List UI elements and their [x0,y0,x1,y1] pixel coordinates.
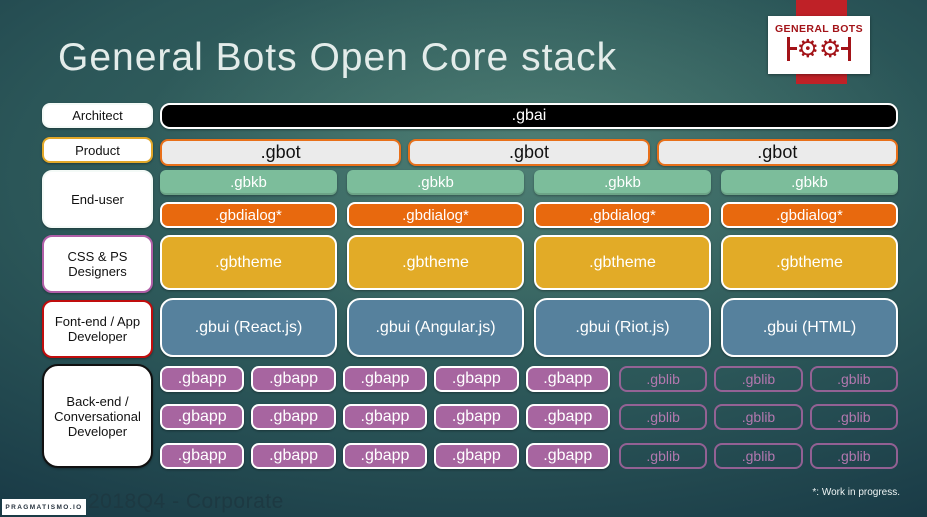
gbapp-box: .gbapp [525,443,610,469]
gblib-box: .gblib [809,404,899,430]
gbui-row: .gbui (React.js) .gbui (Angular.js) .gbu… [160,298,898,357]
gbapp-box: .gbapp [251,443,336,469]
gbkb-box: .gbkb [721,170,898,195]
gbui-react-box: .gbui (React.js) [160,298,337,357]
gear-icon: ⚙ [819,34,842,63]
gbui-angular-box: .gbui (Angular.js) [347,298,524,357]
gbdialog-box: .gbdialog* [347,202,524,228]
gbtheme-box: .gbtheme [347,235,524,290]
gbot-row: .gbot .gbot .gbot [160,139,898,166]
gbui-riot-box: .gbui (Riot.js) [534,298,711,357]
gbot-box: .gbot [160,139,402,166]
gbapp-box: .gbapp [434,443,519,469]
gbui-html-box: .gbui (HTML) [721,298,898,357]
work-in-progress-note: *: Work in progress. [812,487,900,498]
gear-stub-right [841,47,849,50]
pragmatismo-badge: PRAGMATISMO.IO [2,499,86,515]
general-bots-logo: GENERAL BOTS ⚙ ⚙ [768,16,870,74]
gblib-box: .gblib [618,404,708,430]
gbapp-box: .gbapp [525,404,610,430]
gblib-box: .gblib [809,443,899,469]
gear-bar-right [848,36,852,61]
gblib-box: .gblib [618,443,708,469]
gbtheme-row: .gbtheme .gbtheme .gbtheme .gbtheme [160,235,898,290]
side-label-text: Developer [67,329,128,344]
slide: General Bots Open Core stack GENERAL BOT… [0,0,927,517]
backend-row: .gbapp .gbapp .gbapp .gbapp .gbapp .gbli… [160,443,899,469]
gbapp-box: .gbapp [342,366,428,392]
gbtheme-box: .gbtheme [534,235,711,290]
side-label-frontend: Font-end / App Developer [42,300,153,358]
gbdialog-row: .gbdialog* .gbdialog* .gbdialog* .gbdial… [160,202,898,228]
gbdialog-box: .gbdialog* [721,202,898,228]
side-label-text: End-user [71,191,124,207]
gblib-box: .gblib [714,366,803,392]
side-label-end-user: End-user [42,170,153,228]
page-title: General Bots Open Core stack [58,36,618,79]
gears-icon: ⚙ ⚙ [786,34,852,63]
side-label-text: Architect [72,108,123,123]
gblib-box: .gblib [809,366,899,392]
gbkb-box: .gbkb [347,170,524,195]
gear-stub-left [789,47,797,50]
gbai-box: .gbai [160,103,898,129]
gbapp-box: .gbapp [251,366,336,392]
side-label-text: Designers [68,264,127,279]
side-label-text: Font-end / App [54,314,141,329]
gbkb-row: .gbkb .gbkb .gbkb .gbkb [160,170,898,195]
side-label-designers: CSS & PS Designers [42,235,153,293]
gbapp-box: .gbapp [525,366,610,392]
backend-row: .gbapp .gbapp .gbapp .gbapp .gbapp .gbli… [160,404,899,430]
side-label-backend: Back-end / Conversational Developer [42,364,153,468]
gbtheme-box: .gbtheme [160,235,337,290]
gbot-box: .gbot [408,139,650,166]
gbapp-box: .gbapp [160,366,245,392]
gbapp-box: .gbapp [160,404,245,430]
gbapp-box: .gbapp [434,404,519,430]
side-label-text: CSS & PS [67,249,128,264]
side-label-text: Developer [67,423,128,439]
footer-version-text: 2018Q4 - Corporate [88,490,284,513]
side-label-product: Product [42,137,153,163]
gbdialog-box: .gbdialog* [160,202,337,228]
gbapp-box: .gbapp [342,404,428,430]
backend-row: .gbapp .gbapp .gbapp .gbapp .gbapp .gbli… [160,366,899,392]
gblib-box: .gblib [714,443,803,469]
gblib-box: .gblib [714,404,803,430]
side-label-text: Product [75,142,120,158]
gbapp-box: .gbapp [434,366,519,392]
gbtheme-box: .gbtheme [721,235,898,290]
gbot-box: .gbot [656,139,898,166]
gbapp-box: .gbapp [251,404,336,430]
side-label-text: Conversational [54,408,141,424]
gear-icon: ⚙ [796,34,819,63]
gbapp-box: .gbapp [342,443,428,469]
gbdialog-box: .gbdialog* [534,202,711,228]
gbapp-box: .gbapp [160,443,245,469]
gblib-box: .gblib [618,366,708,392]
gbkb-box: .gbkb [534,170,711,195]
side-label-text: Back-end / [66,393,129,409]
side-label-architect: Architect [42,103,153,128]
gbkb-box: .gbkb [160,170,337,195]
